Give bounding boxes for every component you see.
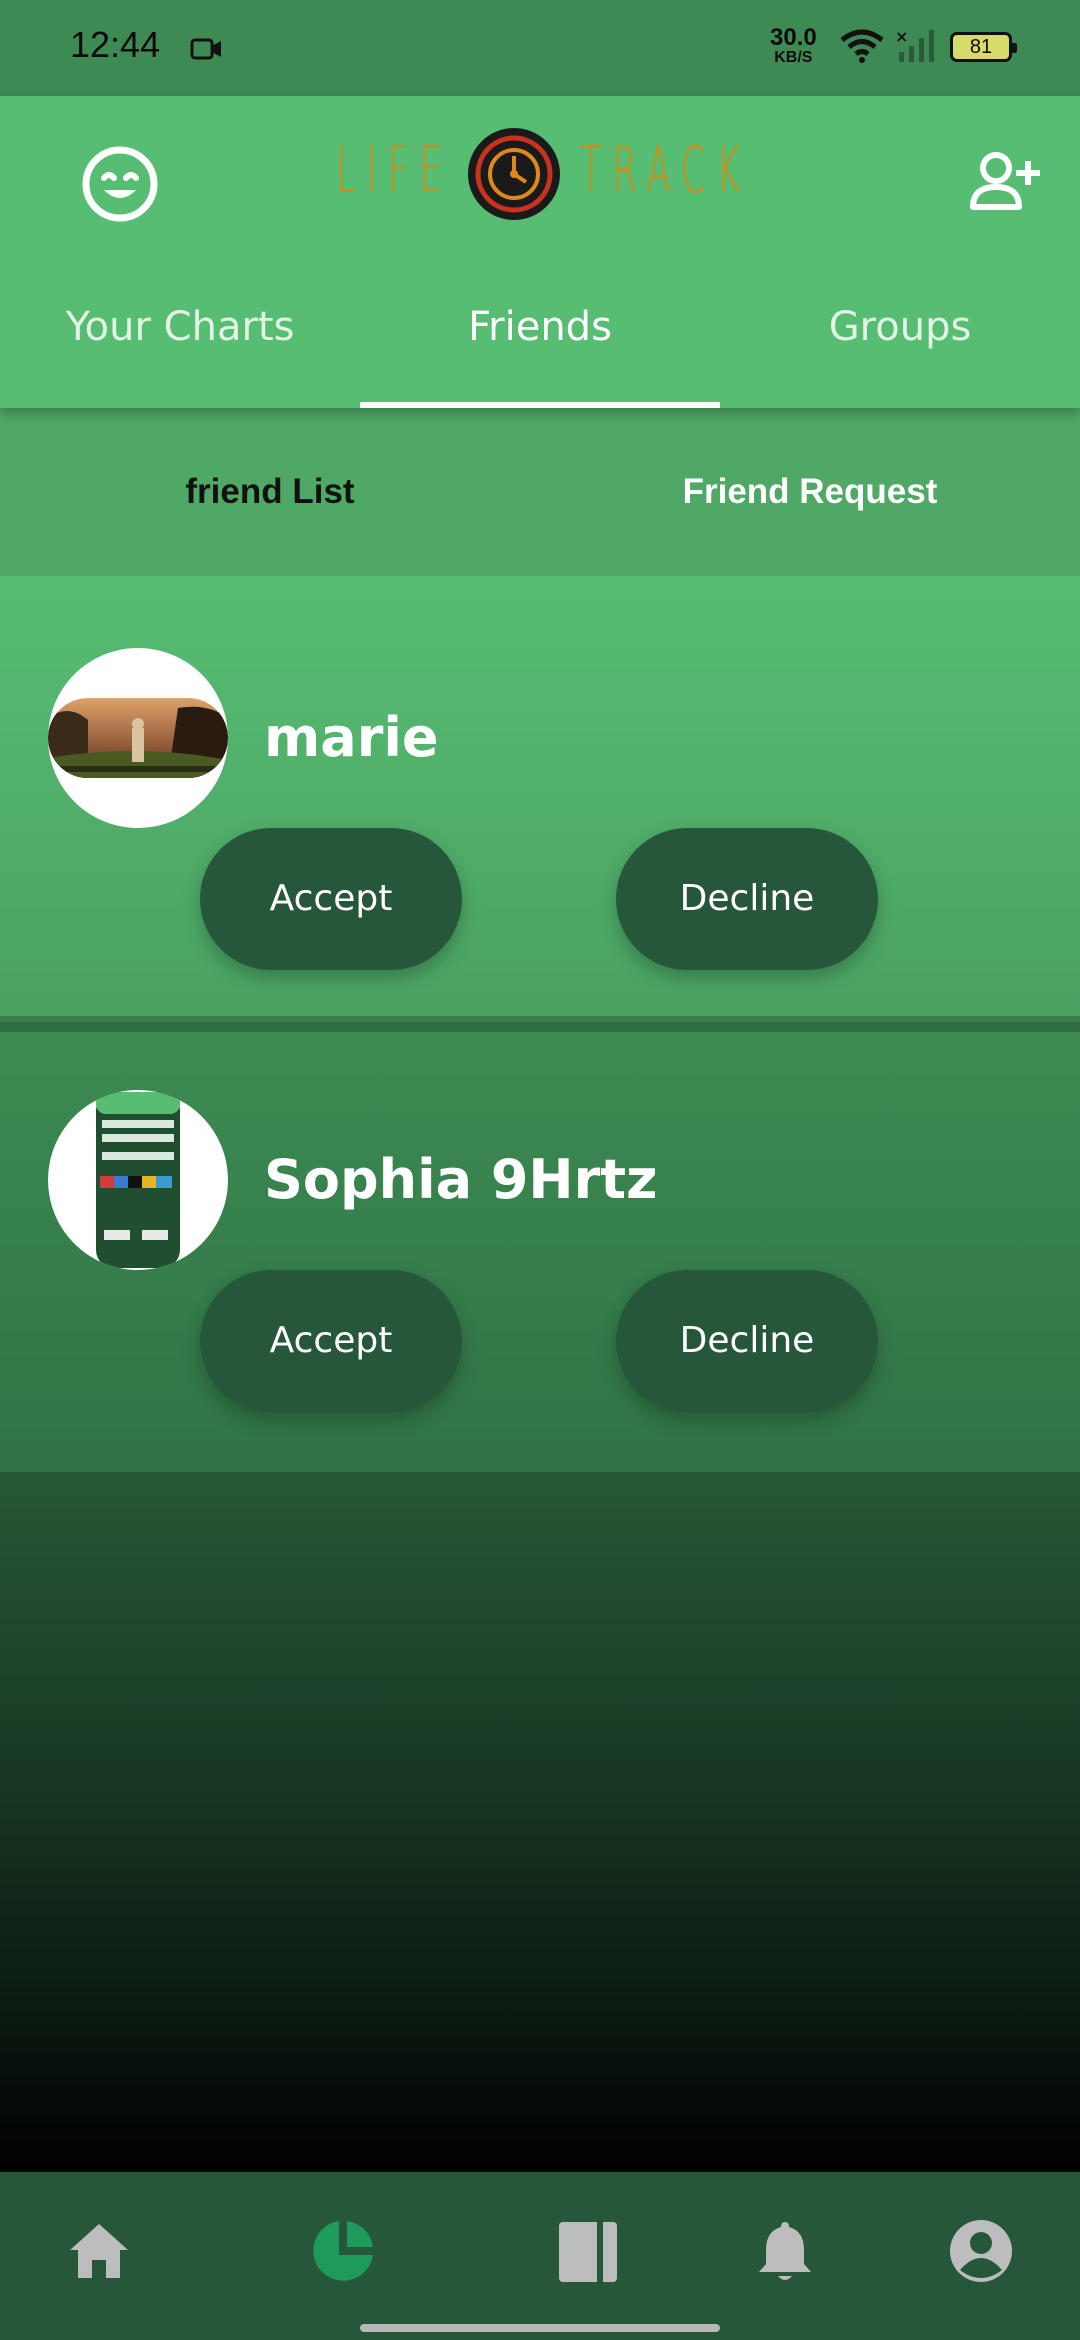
bottom-navigation: [0, 2172, 1080, 2340]
smiley-icon[interactable]: [80, 144, 160, 228]
add-friend-icon[interactable]: [970, 151, 1042, 215]
tab-groups[interactable]: Groups: [720, 286, 1080, 408]
app-header: LIFE TRACK Your Charts Friends Groups: [0, 96, 1080, 408]
logo-text-left: LIFE: [336, 134, 453, 208]
accept-button[interactable]: Accept: [200, 828, 462, 970]
app-logo: LIFE TRACK: [330, 126, 750, 226]
video-camera-icon: [190, 36, 224, 66]
home-indicator[interactable]: [360, 2324, 720, 2332]
decline-button[interactable]: Decline: [616, 1270, 878, 1412]
journal-icon[interactable]: [553, 2216, 623, 2286]
main-tabs: Your Charts Friends Groups: [0, 286, 1080, 408]
signal-icon: ×: [895, 27, 939, 68]
subtab-friend-list[interactable]: friend List: [0, 472, 540, 512]
wifi-icon: [840, 28, 884, 68]
battery-indicator: 81: [950, 32, 1017, 62]
subtab-friend-request[interactable]: Friend Request: [540, 472, 1080, 512]
network-speed: 30.0 KB/S: [770, 26, 817, 66]
network-speed-unit: KB/S: [774, 49, 813, 66]
friends-subtabs: friend List Friend Request: [0, 408, 1080, 576]
request-username: marie: [264, 706, 439, 769]
svg-text:×: ×: [895, 28, 908, 46]
request-username: Sophia 9Hrtz: [264, 1148, 658, 1211]
bell-icon[interactable]: [750, 2216, 820, 2286]
home-icon[interactable]: [64, 2216, 134, 2286]
logo-text-right: TRACK: [580, 134, 751, 208]
friend-request-card: marie Accept Decline: [0, 576, 1080, 1016]
tab-your-charts[interactable]: Your Charts: [0, 286, 360, 408]
network-speed-value: 30.0: [770, 24, 817, 51]
status-bar: 12:44 30.0 KB/S × 81: [0, 0, 1080, 96]
profile-icon[interactable]: [946, 2216, 1016, 2286]
decline-button[interactable]: Decline: [616, 828, 878, 970]
card-divider: [0, 1022, 1080, 1032]
friend-request-card: Sophia 9Hrtz Accept Decline: [0, 1032, 1080, 1472]
pie-chart-icon[interactable]: [308, 2216, 378, 2286]
accept-button[interactable]: Accept: [200, 1270, 462, 1412]
tab-friends[interactable]: Friends: [360, 286, 720, 408]
avatar: [48, 1090, 228, 1270]
logo-dial-icon: [466, 126, 562, 226]
avatar: [48, 648, 228, 828]
status-time: 12:44: [70, 24, 161, 65]
